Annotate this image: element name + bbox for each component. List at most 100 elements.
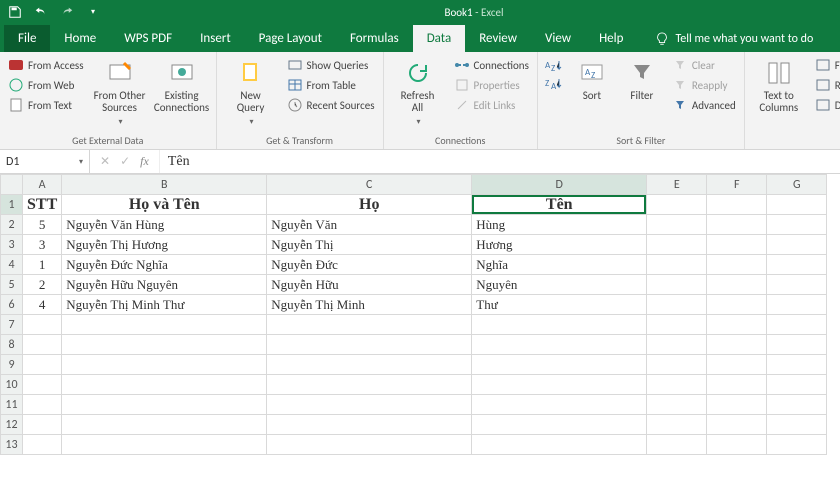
tab-help[interactable]: Help	[585, 25, 637, 52]
new-query-button[interactable]: New Query	[223, 56, 279, 130]
from-access-button[interactable]: From Access	[6, 56, 86, 74]
cell[interactable]	[707, 375, 767, 395]
cell[interactable]	[707, 235, 767, 255]
cell[interactable]	[472, 435, 647, 455]
cell[interactable]	[267, 355, 472, 375]
cell[interactable]	[647, 255, 707, 275]
row-header[interactable]: 2	[1, 215, 23, 235]
cell[interactable]	[767, 315, 827, 335]
col-header[interactable]: F	[707, 175, 767, 195]
cell[interactable]	[707, 215, 767, 235]
cell[interactable]: Hùng	[472, 215, 647, 235]
cell[interactable]	[647, 375, 707, 395]
fx-icon[interactable]: fx	[140, 154, 149, 169]
tab-data[interactable]: Data	[413, 25, 466, 52]
cell[interactable]	[23, 335, 62, 355]
cell[interactable]	[767, 395, 827, 415]
qat-customize-icon[interactable]: ▾	[84, 3, 102, 21]
cell[interactable]	[267, 435, 472, 455]
col-header[interactable]: C	[267, 175, 472, 195]
cell[interactable]	[647, 295, 707, 315]
advanced-button[interactable]: Advanced	[670, 96, 738, 114]
cell[interactable]	[62, 335, 267, 355]
row-header[interactable]: 10	[1, 375, 23, 395]
sort-button[interactable]: AZ Sort	[570, 56, 614, 104]
cell[interactable]	[62, 375, 267, 395]
cell[interactable]: Nguyễn Thị Minh	[267, 295, 472, 315]
row-header[interactable]: 12	[1, 415, 23, 435]
redo-icon[interactable]	[58, 3, 76, 21]
tab-review[interactable]: Review	[465, 25, 531, 52]
cell[interactable]: Nguyễn Đức	[267, 255, 472, 275]
cell[interactable]	[267, 335, 472, 355]
cell[interactable]: Nguyễn Hữu Nguyên	[62, 275, 267, 295]
refresh-all-button[interactable]: Refresh All	[390, 56, 446, 130]
cell[interactable]	[62, 395, 267, 415]
col-header[interactable]: G	[767, 175, 827, 195]
cell[interactable]	[707, 315, 767, 335]
flash-fill-button[interactable]: Flash	[813, 56, 840, 74]
sort-asc-button[interactable]: AZ	[544, 56, 564, 74]
cell[interactable]	[267, 375, 472, 395]
tab-formulas[interactable]: Formulas	[336, 25, 413, 52]
tab-insert[interactable]: Insert	[186, 25, 245, 52]
tab-file[interactable]: File	[4, 25, 50, 52]
row-header[interactable]: 8	[1, 335, 23, 355]
cell[interactable]: Nguyễn Hữu	[267, 275, 472, 295]
cell[interactable]	[647, 395, 707, 415]
cell[interactable]	[23, 355, 62, 375]
formula-input[interactable]: Tên	[160, 154, 840, 170]
row-header[interactable]: 5	[1, 275, 23, 295]
cell[interactable]	[707, 295, 767, 315]
cell[interactable]	[767, 275, 827, 295]
cell[interactable]	[767, 215, 827, 235]
cell[interactable]: Họ	[267, 195, 472, 215]
select-all-corner[interactable]	[1, 175, 23, 195]
show-queries-button[interactable]: Show Queries	[285, 56, 377, 74]
cell[interactable]	[23, 435, 62, 455]
cell[interactable]: STT	[23, 195, 62, 215]
cell[interactable]: Nghĩa	[472, 255, 647, 275]
from-text-button[interactable]: From Text	[6, 96, 86, 114]
cell[interactable]	[647, 415, 707, 435]
tab-home[interactable]: Home	[50, 25, 110, 52]
cell[interactable]: Nguyễn Văn Hùng	[62, 215, 267, 235]
cell[interactable]: 5	[23, 215, 62, 235]
cell[interactable]: Nguyễn Thị Hương	[62, 235, 267, 255]
cell[interactable]	[767, 295, 827, 315]
cell[interactable]: Hương	[472, 235, 647, 255]
tab-page-layout[interactable]: Page Layout	[245, 25, 336, 52]
cell[interactable]	[767, 255, 827, 275]
cell[interactable]	[267, 315, 472, 335]
tab-view[interactable]: View	[531, 25, 585, 52]
cell[interactable]	[647, 335, 707, 355]
row-header[interactable]: 3	[1, 235, 23, 255]
cell[interactable]: 1	[23, 255, 62, 275]
cell[interactable]	[707, 335, 767, 355]
cell[interactable]: 4	[23, 295, 62, 315]
col-header[interactable]: E	[647, 175, 707, 195]
cell[interactable]	[767, 195, 827, 215]
cell[interactable]: Tên	[472, 195, 647, 215]
cell[interactable]: Thư	[472, 295, 647, 315]
row-header[interactable]: 13	[1, 435, 23, 455]
cell[interactable]: Nguyên	[472, 275, 647, 295]
cell[interactable]	[707, 195, 767, 215]
cell[interactable]	[647, 435, 707, 455]
cell[interactable]	[707, 355, 767, 375]
from-web-button[interactable]: From Web	[6, 76, 86, 94]
col-header[interactable]: D	[472, 175, 647, 195]
connections-button[interactable]: Connections	[452, 56, 531, 74]
cell[interactable]	[767, 435, 827, 455]
row-header[interactable]: 1	[1, 195, 23, 215]
data-val-button[interactable]: Data	[813, 96, 840, 114]
cell[interactable]	[647, 215, 707, 235]
cell[interactable]	[647, 195, 707, 215]
cell[interactable]	[62, 435, 267, 455]
cell[interactable]: 3	[23, 235, 62, 255]
cell[interactable]: Họ và Tên	[62, 195, 267, 215]
cell[interactable]	[647, 275, 707, 295]
cell[interactable]	[707, 275, 767, 295]
cell[interactable]	[472, 335, 647, 355]
undo-icon[interactable]	[32, 3, 50, 21]
